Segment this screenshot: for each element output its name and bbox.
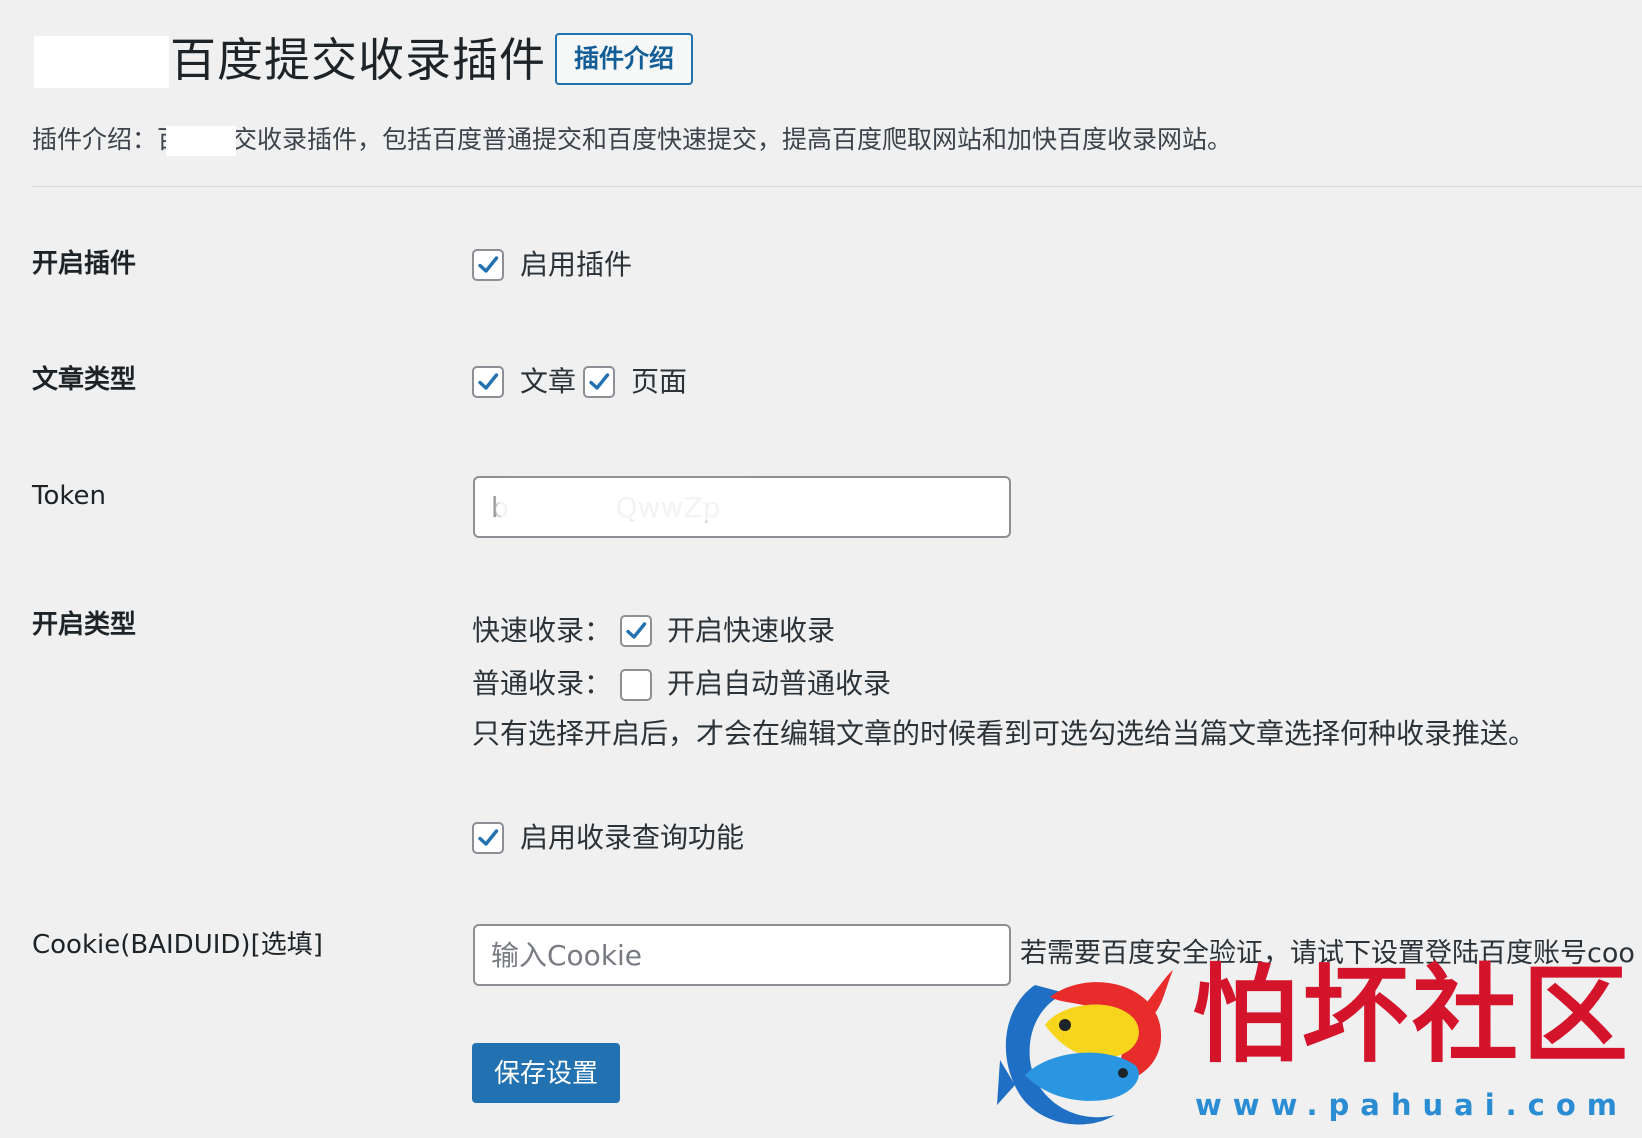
enable-plugin-checkbox[interactable] [472, 249, 504, 281]
fast-submit-checkbox[interactable] [620, 615, 652, 647]
header-divider [32, 186, 1642, 187]
fish-logo-icon [997, 970, 1173, 1125]
cookie-input[interactable] [473, 924, 1011, 986]
redacted-block-title [34, 36, 169, 88]
checkmark-icon [478, 256, 499, 273]
checkmark-icon [478, 829, 499, 846]
fast-submit-prefix: 快速收录： [472, 614, 613, 647]
enable-plugin-label: 开启插件 [32, 249, 137, 279]
redacted-block-description [166, 126, 236, 156]
checkmark-icon [589, 373, 610, 390]
normal-submit-prefix: 普通收录： [472, 667, 613, 700]
submit-types-label: 开启类型 [32, 610, 137, 640]
checkmark-icon [626, 622, 647, 639]
post-type-page-option: 页面 [631, 365, 688, 398]
page-title: 百度提交收录插件 [170, 33, 546, 87]
watermark-title: 怕坏社区 [1192, 952, 1632, 1077]
post-type-page-checkbox[interactable] [583, 366, 615, 398]
fast-submit-option: 开启快速收录 [667, 614, 836, 647]
query-feature-checkbox[interactable] [472, 822, 504, 854]
token-label: Token [32, 481, 106, 511]
post-type-post-option: 文章 [520, 365, 577, 398]
normal-submit-option: 开启自动普通收录 [667, 667, 892, 700]
token-redaction [500, 490, 755, 520]
cookie-label: Cookie(BAIDUID)[选填] [32, 930, 323, 960]
submit-types-note: 只有选择开启后，才会在编辑文章的时候看到可选勾选给当篇文章选择何种收录推送。 [472, 717, 1537, 750]
normal-submit-checkbox[interactable] [620, 669, 652, 701]
watermark-url: www.pahuai.com [1195, 1088, 1629, 1122]
post-types-label: 文章类型 [32, 365, 137, 395]
plugin-intro-button[interactable]: 插件介绍 [555, 33, 693, 85]
save-settings-button[interactable]: 保存设置 [472, 1043, 620, 1103]
query-feature-option: 启用收录查询功能 [520, 821, 745, 854]
enable-plugin-option: 启用插件 [520, 248, 633, 281]
post-type-post-checkbox[interactable] [472, 366, 504, 398]
checkmark-icon [478, 373, 499, 390]
